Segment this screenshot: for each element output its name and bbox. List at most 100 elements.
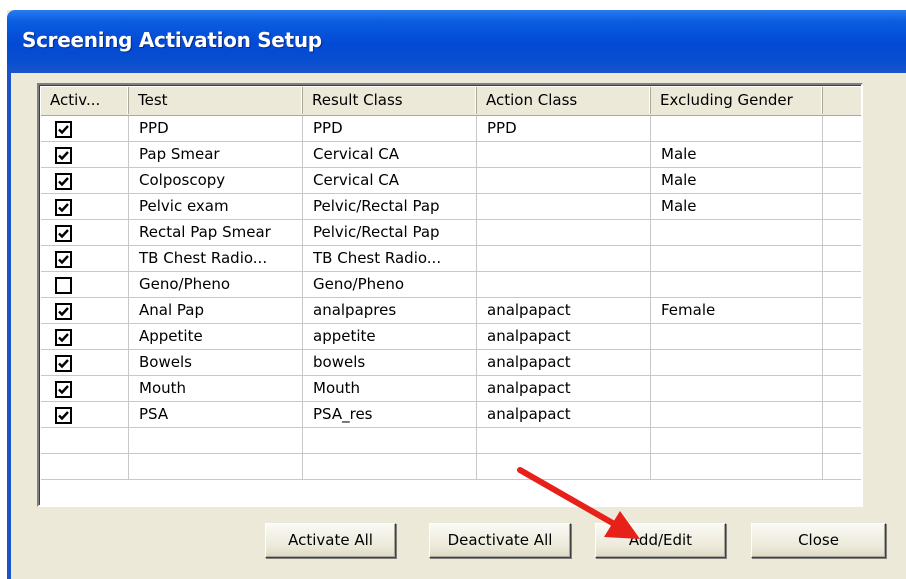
column-header-2[interactable]: Test — [129, 87, 303, 114]
column-header-6[interactable] — [823, 87, 861, 114]
active-cell — [41, 116, 129, 142]
empty-cell — [823, 272, 861, 298]
checkmark-icon — [58, 255, 69, 265]
checkbox-checked[interactable] — [55, 303, 72, 320]
action-class-cell: analpapact — [477, 324, 651, 350]
screening-grid[interactable]: Activ... Test Result Class Action Class Excl… — [37, 83, 863, 507]
action-class-cell — [477, 220, 651, 246]
excluding-gender-cell — [651, 272, 823, 298]
table-row — [41, 454, 861, 480]
result-class-cell: Pelvic/Rectal Pap — [303, 220, 477, 246]
empty-cell — [129, 428, 303, 454]
table-row[interactable]: PPD PPD PPD — [41, 116, 861, 142]
active-cell — [41, 350, 129, 376]
red-pointer-arrow-icon — [517, 467, 640, 539]
empty-cell — [823, 194, 861, 220]
test-cell: Geno/Pheno — [129, 272, 303, 298]
action-class-cell: analpapact — [477, 350, 651, 376]
checkmark-icon — [58, 385, 69, 395]
table-row[interactable]: TB Chest Radio... TB Chest Radio... — [41, 246, 861, 272]
checkmark-icon — [58, 151, 69, 161]
checkbox-unchecked[interactable] — [55, 277, 72, 294]
close-button[interactable]: Close — [751, 523, 886, 558]
action-class-cell — [477, 272, 651, 298]
checkbox-checked[interactable] — [55, 173, 72, 190]
empty-cell — [823, 376, 861, 402]
excluding-gender-cell: Female — [651, 298, 823, 324]
checkmark-icon — [58, 177, 69, 187]
checkbox-checked[interactable] — [55, 121, 72, 138]
excluding-gender-cell — [651, 324, 823, 350]
active-cell — [41, 246, 129, 272]
empty-cell — [129, 454, 303, 480]
active-cell — [41, 220, 129, 246]
empty-cell — [41, 454, 129, 480]
excluding-gender-cell — [651, 116, 823, 142]
checkbox-checked[interactable] — [55, 251, 72, 268]
test-cell: Anal Pap — [129, 298, 303, 324]
result-class-cell: bowels — [303, 350, 477, 376]
result-class-cell: Cervical CA — [303, 168, 477, 194]
checkbox-checked[interactable] — [55, 329, 72, 346]
test-cell: Colposcopy — [129, 168, 303, 194]
excluding-gender-cell — [651, 246, 823, 272]
empty-cell — [823, 116, 861, 142]
empty-cell — [823, 454, 861, 480]
checkmark-icon — [58, 411, 69, 421]
checkmark-icon — [58, 229, 69, 239]
table-row[interactable]: Bowels bowels analpapact — [41, 350, 861, 376]
action-class-cell — [477, 194, 651, 220]
active-cell — [41, 272, 129, 298]
table-row[interactable]: Pelvic exam Pelvic/Rectal Pap Male — [41, 194, 861, 220]
table-row[interactable]: Pap Smear Cervical CA Male — [41, 142, 861, 168]
result-class-cell: PPD — [303, 116, 477, 142]
window-title: Screening Activation Setup — [22, 28, 322, 52]
action-class-cell — [477, 142, 651, 168]
checkmark-icon — [58, 333, 69, 343]
table-row[interactable]: Geno/Pheno Geno/Pheno — [41, 272, 861, 298]
checkbox-checked[interactable] — [55, 225, 72, 242]
action-class-cell: analpapact — [477, 402, 651, 428]
checkbox-checked[interactable] — [55, 199, 72, 216]
result-class-cell: PSA_res — [303, 402, 477, 428]
result-class-cell: Pelvic/Rectal Pap — [303, 194, 477, 220]
grid-header: Activ... Test Result Class Action Class Excl… — [41, 87, 861, 116]
table-row[interactable]: Appetite appetite analpapact — [41, 324, 861, 350]
empty-cell — [823, 324, 861, 350]
empty-cell — [477, 428, 651, 454]
active-cell — [41, 376, 129, 402]
checkbox-checked[interactable] — [55, 407, 72, 424]
table-row[interactable]: Colposcopy Cervical CA Male — [41, 168, 861, 194]
test-cell: Mouth — [129, 376, 303, 402]
checkmark-icon — [58, 307, 69, 317]
column-header-4[interactable]: Action Class — [477, 87, 651, 114]
excluding-gender-cell: Male — [651, 142, 823, 168]
column-header-5[interactable]: Excluding Gender — [651, 87, 823, 114]
dialog-window: Screening Activation Setup Activ... Test R… — [7, 10, 906, 579]
empty-cell — [651, 454, 823, 480]
empty-cell — [303, 428, 477, 454]
empty-cell — [823, 402, 861, 428]
active-cell — [41, 194, 129, 220]
result-class-cell: analpapres — [303, 298, 477, 324]
empty-cell — [823, 428, 861, 454]
table-row[interactable]: Rectal Pap Smear Pelvic/Rectal Pap — [41, 220, 861, 246]
empty-cell — [823, 142, 861, 168]
checkbox-checked[interactable] — [55, 381, 72, 398]
empty-cell — [41, 428, 129, 454]
active-cell — [41, 168, 129, 194]
table-row[interactable]: PSA PSA_res analpapact — [41, 402, 861, 428]
checkbox-checked[interactable] — [55, 355, 72, 372]
action-class-cell — [477, 246, 651, 272]
result-class-cell: Mouth — [303, 376, 477, 402]
excluding-gender-cell — [651, 350, 823, 376]
column-header-3[interactable]: Result Class — [303, 87, 477, 114]
table-row[interactable]: Mouth Mouth analpapact — [41, 376, 861, 402]
result-class-cell: appetite — [303, 324, 477, 350]
activate-all-button[interactable]: Activate All — [265, 523, 396, 558]
table-row[interactable]: Anal Pap analpapres analpapact Female — [41, 298, 861, 324]
column-header-1[interactable]: Activ... — [41, 87, 129, 114]
active-cell — [41, 402, 129, 428]
title-bar[interactable]: Screening Activation Setup — [7, 10, 906, 73]
checkbox-checked[interactable] — [55, 147, 72, 164]
